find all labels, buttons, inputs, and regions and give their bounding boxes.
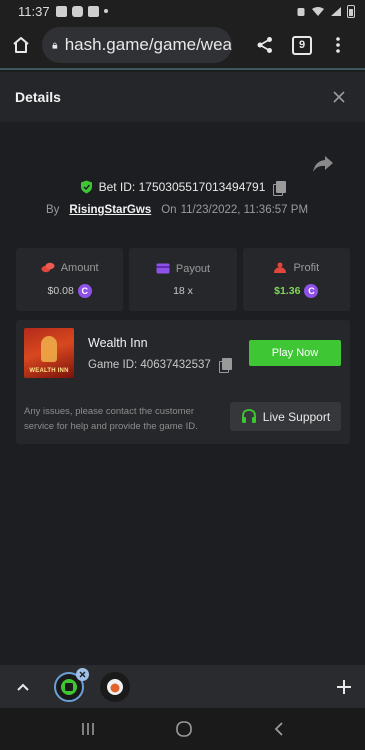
- tab-group-strip: [0, 665, 365, 708]
- wifi-icon: [312, 6, 324, 16]
- tab-switcher-button[interactable]: 9: [292, 35, 312, 55]
- game-notification-icon: [55, 5, 67, 17]
- bet-datetime: 11/23/2022, 11:36:57 PM: [180, 204, 309, 216]
- game-id-text: Game ID: 40637432537: [88, 358, 211, 371]
- home-button[interactable]: [4, 28, 38, 62]
- live-support-button[interactable]: Live Support: [230, 402, 341, 431]
- status-bar: 11:37: [0, 0, 365, 22]
- chips-icon: [41, 262, 55, 273]
- tab-hash-game[interactable]: [54, 668, 89, 702]
- wallet-icon: [156, 263, 170, 274]
- recent-apps-icon[interactable]: [80, 721, 96, 737]
- home-nav-icon[interactable]: [175, 720, 193, 738]
- bet-author-row: By RisingStarGws On 11/23/2022, 11:36:57…: [46, 204, 308, 216]
- game-thumbnail-figure: [41, 336, 57, 362]
- signal-icon: [331, 6, 341, 16]
- close-icon: [79, 671, 86, 678]
- game-notification-icon-2: [87, 5, 99, 17]
- username-link[interactable]: RisingStarGws: [69, 204, 151, 216]
- home-icon: [13, 37, 29, 53]
- instagram-icon: [71, 5, 83, 17]
- more-notifications-icon: [103, 9, 108, 13]
- game-thumbnail-title: WEALTH INN: [29, 368, 69, 374]
- stat-amount: Amount $0.08 C: [16, 248, 124, 311]
- coin-icon: C: [77, 283, 92, 298]
- bet-id-text: Bet ID: 1750305517013494791: [98, 180, 266, 194]
- system-navigation-bar: [0, 708, 365, 750]
- game-id-row: Game ID: 40637432537: [88, 358, 232, 373]
- coin-icon: C: [304, 283, 319, 298]
- bet-stats: Amount $0.08 C Payout 18 x Profit $1.36: [16, 248, 350, 311]
- plus-icon: [337, 679, 351, 694]
- stat-profit-label: Profit: [293, 261, 320, 274]
- by-label: By: [46, 204, 60, 216]
- verified-shield-icon: [80, 180, 92, 194]
- hash-game-favicon: [61, 679, 77, 695]
- game-thumbnail[interactable]: WEALTH INN: [24, 328, 74, 378]
- support-hint-text: Any issues, please contact the customer …: [24, 406, 198, 432]
- stat-amount-value: $0.08: [47, 284, 74, 297]
- copy-icon[interactable]: [273, 180, 287, 196]
- status-time: 11:37: [18, 3, 50, 19]
- close-tab-button[interactable]: [76, 668, 89, 681]
- bet-id-row: Bet ID: 1750305517013494791: [0, 180, 365, 196]
- stat-payout-value: 18 x: [173, 284, 193, 297]
- details-title: Details: [15, 89, 61, 105]
- browser-toolbar: hash.game/game/wea 9: [0, 22, 365, 70]
- share-button[interactable]: [250, 30, 280, 60]
- details-header: Details: [0, 72, 365, 122]
- url-text: hash.game/game/wea: [64, 35, 232, 54]
- stat-profit: Profit $1.36 C: [242, 248, 350, 311]
- stat-amount-label: Amount: [60, 261, 99, 274]
- game-card: WEALTH INN Wealth Inn Game ID: 406374325…: [16, 320, 350, 444]
- play-now-button[interactable]: Play Now: [249, 340, 341, 366]
- notification-icons: [55, 5, 108, 17]
- close-icon: [333, 91, 345, 103]
- screen: 11:37 hash.game/game/wea 9 Details Bet I…: [0, 0, 365, 750]
- browser-menu-button[interactable]: [328, 30, 348, 60]
- close-button[interactable]: [328, 86, 350, 108]
- headset-icon: [241, 409, 256, 423]
- lock-icon: [52, 42, 58, 49]
- more-vertical-icon: [336, 37, 340, 53]
- new-tab-button[interactable]: [335, 678, 353, 696]
- share-arrow-icon[interactable]: [312, 155, 334, 173]
- game-name: Wealth Inn: [88, 336, 148, 350]
- game-favicon: [107, 679, 123, 695]
- stat-profit-value: $1.36: [274, 284, 301, 297]
- tab-second[interactable]: [100, 672, 130, 702]
- expand-tabs-button[interactable]: [14, 678, 32, 696]
- stat-payout: Payout 18 x: [129, 248, 237, 311]
- on-label: On: [161, 204, 177, 216]
- copy-game-id-icon[interactable]: [218, 358, 232, 373]
- chevron-up-icon: [17, 683, 29, 691]
- share-icon: [257, 37, 272, 53]
- money-bag-icon: [274, 262, 287, 273]
- back-icon[interactable]: [273, 721, 285, 737]
- system-icons: [296, 4, 355, 18]
- live-support-label: Live Support: [262, 409, 331, 424]
- alarm-icon: [297, 7, 305, 16]
- address-bar[interactable]: hash.game/game/wea: [42, 27, 232, 63]
- stat-payout-label: Payout: [175, 262, 211, 275]
- battery-icon: [347, 4, 355, 18]
